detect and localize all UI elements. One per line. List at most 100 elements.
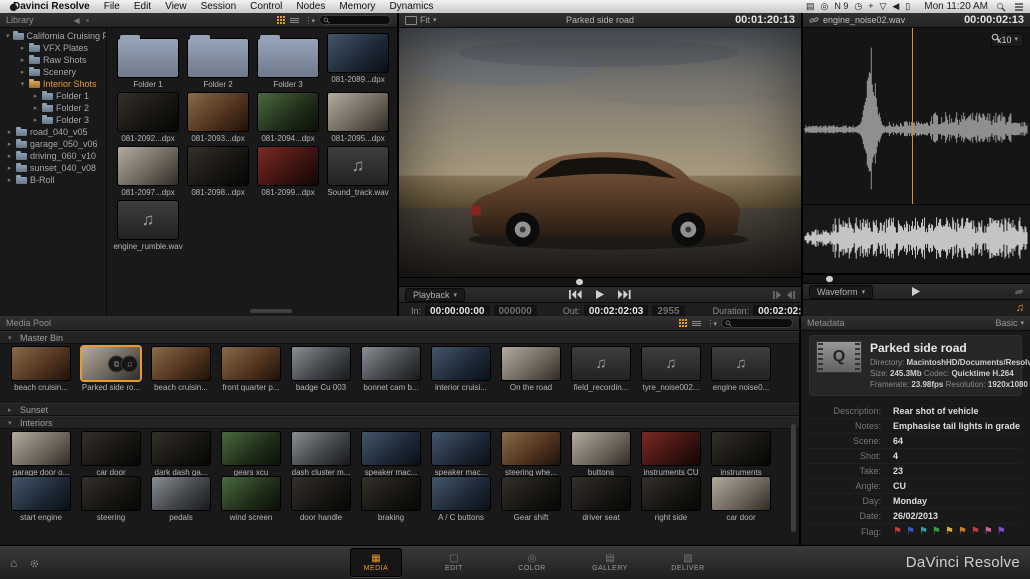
viewer-image[interactable] [399,28,801,278]
media-clip[interactable]: ♫ driver seat [566,477,636,522]
field-value[interactable]: Emphasise tail lights in grade [893,419,1020,433]
library-tree-item[interactable]: Interior Shots [0,78,106,90]
out-timecode[interactable]: 00:02:02:03 [583,304,649,316]
menu-item[interactable]: Nodes [289,1,332,12]
media-clip[interactable]: ♫ instruments CU [636,432,706,477]
play-button[interactable] [595,290,605,300]
library-item[interactable]: ♫ Folder 3 [253,34,323,89]
media-clip[interactable]: ♫ door handle [286,477,356,522]
media-clip[interactable]: ♫ instruments [706,432,776,477]
media-clip[interactable]: ♫ Gear shift [496,477,566,522]
library-tree-item[interactable]: Scenery [0,66,106,78]
menu-extra-icon[interactable]: ▤ [806,1,815,11]
media-clip[interactable]: ♫ garage door o... [6,432,76,477]
sort-options-icon[interactable]: ⋮▾ [304,16,314,25]
library-search-input[interactable] [319,15,391,25]
disclosure-icon[interactable] [6,32,10,40]
field-value[interactable]: Rear shot of vehicle [893,404,979,418]
zoom-magnifier-icon[interactable] [991,33,1001,43]
library-item[interactable]: ♫ 081-2099...dpx [253,147,323,197]
playback-dropdown[interactable]: Playback ▾ [405,287,466,302]
disclosure-icon[interactable] [32,116,39,124]
audio-playhead[interactable] [911,28,913,204]
back-arrow-icon[interactable]: ◀ [74,16,80,25]
field-value[interactable]: 23 [893,464,903,478]
flag-icon[interactable] [919,524,928,540]
waveform-dropdown[interactable]: Waveform ▾ [809,284,874,299]
bin-master-bin[interactable]: ▾ Master Bin [0,331,799,344]
metadata-mode-dropdown[interactable]: Basic ▾ [995,318,1024,328]
library-tree-item[interactable]: B-Roll [0,174,106,186]
field-value[interactable]: 64 [893,434,903,448]
disclosure-icon[interactable] [6,128,13,136]
go-to-start-button[interactable] [569,290,582,300]
media-clip[interactable]: ♫ ⧉ ♫ tyre_noise002... [636,347,706,392]
field-value[interactable]: CU [893,479,906,493]
library-item[interactable]: ♫ 081-2098...dpx [183,147,253,197]
disclosure-icon[interactable] [19,68,26,76]
media-clip[interactable]: ♫ dash cluster m... [286,432,356,477]
audio-play-button[interactable] [912,287,921,296]
media-clip[interactable]: ♫ pedals [146,477,216,522]
library-item[interactable]: ♫ 081-2092...dpx [113,93,183,143]
spotlight-search-icon[interactable] [996,2,1006,12]
menu-extra-icon[interactable]: ▯ [905,1,910,11]
disclosure-icon[interactable] [6,164,13,172]
library-item[interactable]: ♫ 081-2094...dpx [253,93,323,143]
media-clip[interactable]: ♫ braking [356,477,426,522]
menu-extra-icon[interactable]: N 9 [834,1,848,11]
library-item[interactable]: ♫ engine_rumble.wav [113,201,183,251]
library-tree-item[interactable]: VFX Plates [0,42,106,54]
play-to-out-icon[interactable] [787,290,795,299]
media-clip[interactable]: ♫ right side [636,477,706,522]
bin-sunset[interactable]: ▸ Sunset [0,403,799,417]
library-item[interactable]: ♫ 081-2089...dpx [323,34,393,89]
media-clip[interactable]: ♫ speaker mac... [356,432,426,477]
disclosure-icon[interactable] [32,92,39,100]
in-timecode[interactable]: 00:00:00:00 [425,304,490,316]
media-clip[interactable]: ♫ gears xcu [216,432,286,477]
media-clip[interactable]: ♫ wind screen [216,477,286,522]
menu-item[interactable]: Davinci Resolve [6,1,97,12]
library-tree-item[interactable]: sunset_040_v08 [0,162,106,174]
media-clip[interactable]: ♫ ⧉ ♫ engine noise0... [706,347,776,392]
media-clip[interactable]: ♫ A / C buttons [426,477,496,522]
media-clip[interactable]: ♫ buttons [566,432,636,477]
page-tab[interactable]: ▤ GALLERY [584,548,636,577]
page-tab[interactable]: ▢ EDIT [428,548,480,577]
menu-extra-icon[interactable]: ◀ [892,1,899,11]
media-clip[interactable]: ♫ start engine [6,477,76,522]
library-tree-item[interactable]: road_040_v05 [0,126,106,138]
settings-gear-icon[interactable] [29,558,40,569]
menu-item[interactable]: File [97,1,127,12]
flag-icon[interactable] [932,524,941,540]
menu-clock[interactable]: Mon 11:20 AM [924,1,988,12]
menu-item[interactable]: Edit [127,1,158,12]
flag-icon[interactable] [945,524,954,540]
apple-icon[interactable] [8,1,19,12]
flag-icon[interactable] [997,524,1006,540]
menu-extra-icon[interactable]: + [868,1,873,11]
disclosure-icon[interactable] [6,140,13,148]
media-clip[interactable]: ♫ ⧉ ♫ front quarter p... [216,347,286,392]
library-tree-item[interactable]: garage_050_v06 [0,138,106,150]
library-item[interactable]: ♫ 081-2093...dpx [183,93,253,143]
audio-link-icon[interactable] [1014,288,1024,296]
viewer-playhead-handle[interactable] [575,279,583,286]
menu-extra-icon[interactable]: ◷ [854,1,862,11]
flag-icon[interactable] [958,524,967,540]
duration-timecode[interactable]: 00:02:02:03 [753,304,801,316]
field-value[interactable]: 26/02/2013 [893,509,938,523]
menu-extra-icon[interactable]: ▽ [879,1,886,11]
field-value[interactable]: Monday [893,494,927,508]
library-tree-item[interactable]: driving_060_v10 [0,150,106,162]
library-tree-item[interactable]: Raw Shots [0,54,106,66]
library-tree-item[interactable]: Folder 3 [0,114,106,126]
library-item[interactable]: ♫ 081-2097...dpx [113,147,183,197]
media-clip[interactable]: ♫ steering whe... [496,432,566,477]
page-tab[interactable]: ▦ MEDIA [350,548,402,577]
menu-item[interactable]: Memory [332,1,382,12]
library-tree-item[interactable]: Folder 1 [0,90,106,102]
thumbnail-view-icon[interactable] [679,319,688,327]
menu-item[interactable]: View [158,1,194,12]
